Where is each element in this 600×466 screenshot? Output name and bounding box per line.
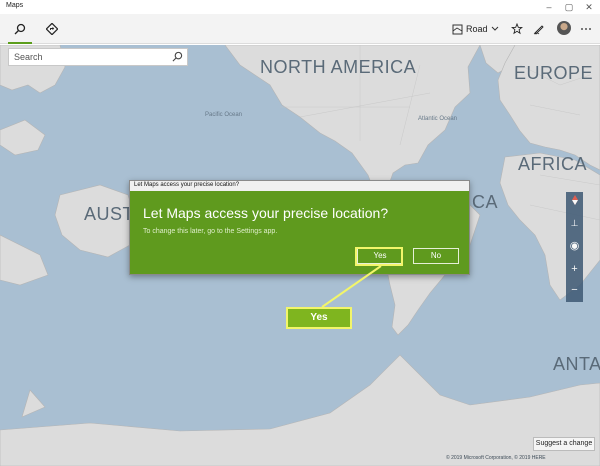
minimize-button[interactable]: – bbox=[542, 1, 556, 13]
label-antarctica: ANTA bbox=[553, 354, 600, 374]
map-controls: ⊥ ◉ + − bbox=[566, 192, 583, 302]
title-bar: Maps – ▢ ✕ bbox=[0, 0, 600, 14]
map-style-icon bbox=[452, 24, 463, 34]
label-australia: AUST bbox=[84, 204, 135, 224]
dialog-titlebar-text: Let Maps access your precise location? bbox=[134, 182, 240, 188]
locate-icon: ◉ bbox=[569, 240, 580, 252]
label-pacific-ocean: Pacific Ocean bbox=[205, 112, 243, 118]
chevron-down-icon bbox=[491, 26, 498, 31]
search-placeholder: Search bbox=[14, 52, 43, 62]
copyright-text: © 2019 Microsoft Corporation, © 2019 HER… bbox=[446, 455, 546, 461]
close-button[interactable]: ✕ bbox=[582, 1, 596, 13]
yes-highlight-ring bbox=[355, 247, 403, 266]
compass-button[interactable] bbox=[566, 194, 583, 210]
tilt-button[interactable]: ⊥ bbox=[566, 215, 583, 231]
suggest-change-button[interactable]: Suggest a change bbox=[533, 437, 595, 451]
no-button[interactable]: No bbox=[413, 248, 459, 264]
yes-callout: Yes bbox=[286, 307, 352, 329]
more-icon bbox=[581, 28, 591, 30]
label-atlantic-ocean: Atlantic Ocean bbox=[418, 116, 458, 122]
search-input[interactable]: Search bbox=[8, 48, 188, 66]
label-africa: AFRICA bbox=[518, 154, 588, 174]
avatar[interactable] bbox=[557, 21, 571, 35]
locate-button[interactable]: ◉ bbox=[566, 238, 583, 254]
label-africa-tail: CA bbox=[472, 192, 499, 212]
label-europe: EUROPE bbox=[514, 63, 594, 83]
tilt-icon: ⊥ bbox=[570, 218, 579, 228]
more-button[interactable] bbox=[578, 21, 594, 37]
zoom-in-button[interactable]: + bbox=[566, 261, 583, 277]
directions-tab[interactable] bbox=[36, 14, 68, 44]
maximize-button[interactable]: ▢ bbox=[562, 1, 576, 13]
map-style-label: Road bbox=[466, 24, 488, 34]
ink-button[interactable] bbox=[531, 21, 547, 37]
minus-icon: − bbox=[571, 284, 578, 296]
zoom-out-button[interactable]: − bbox=[566, 282, 583, 298]
favorites-button[interactable] bbox=[509, 21, 525, 37]
app-title: Maps bbox=[6, 2, 24, 9]
directions-icon bbox=[46, 23, 58, 35]
search-tab[interactable] bbox=[4, 14, 36, 44]
search-icon bbox=[14, 23, 26, 35]
location-permission-dialog: Let Maps access your precise location? L… bbox=[129, 180, 470, 275]
label-north-america: NORTH AMERICA bbox=[260, 57, 417, 77]
search-icon[interactable] bbox=[172, 51, 183, 62]
dialog-body: To change this later, go to the Settings… bbox=[143, 228, 278, 235]
dialog-heading: Let Maps access your precise location? bbox=[143, 205, 389, 221]
ink-icon bbox=[533, 25, 544, 35]
plus-icon: + bbox=[571, 263, 578, 275]
favorites-icon bbox=[511, 23, 523, 35]
map-style-button[interactable]: Road bbox=[452, 20, 499, 38]
toolbar: Road bbox=[0, 14, 600, 44]
dialog-titlebar: Let Maps access your precise location? bbox=[130, 181, 469, 191]
compass-icon bbox=[571, 195, 578, 205]
